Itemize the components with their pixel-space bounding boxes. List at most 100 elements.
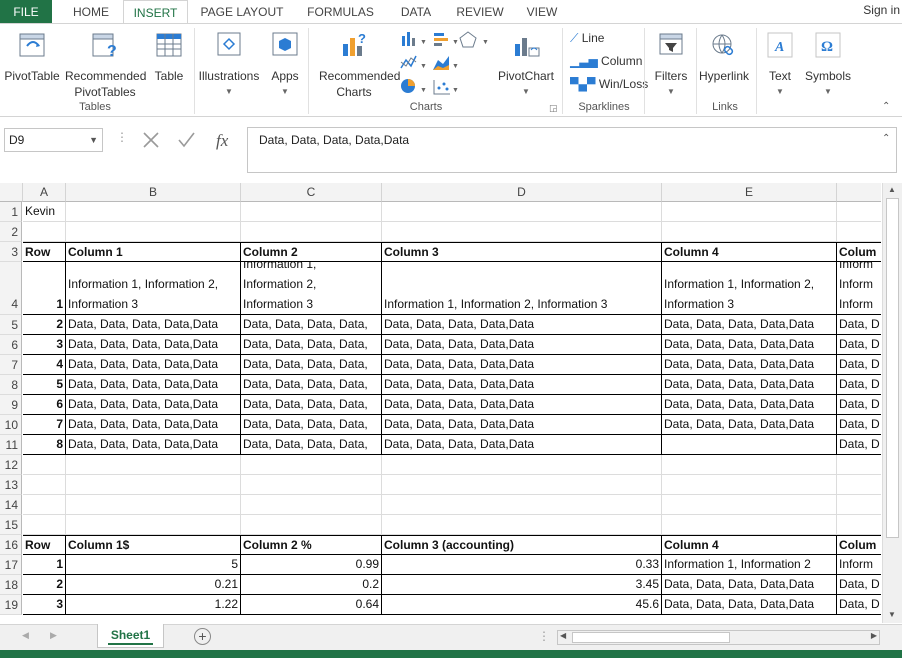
cell[interactable]: 1: [23, 555, 66, 575]
recommended-charts-button[interactable]: ? Recommended Charts: [310, 30, 400, 100]
table-button[interactable]: Table: [148, 30, 190, 84]
cell[interactable]: 1.22: [66, 595, 241, 615]
cell[interactable]: 45.6: [382, 595, 662, 615]
cell[interactable]: [382, 515, 662, 535]
row-header[interactable]: 1: [0, 202, 22, 222]
scroll-up-icon[interactable]: ▲: [888, 185, 896, 194]
cell[interactable]: Column 2: [241, 242, 382, 262]
sparkline-column-button[interactable]: ▁▃▅ Column: [570, 52, 642, 70]
cell[interactable]: Information 1, Information 2, Informatio…: [241, 262, 382, 315]
cell[interactable]: 0.33: [382, 555, 662, 575]
cell[interactable]: [241, 495, 382, 515]
cell[interactable]: Data, Data, Data, Data,Data: [662, 315, 837, 335]
cell[interactable]: 0.99: [241, 555, 382, 575]
cell[interactable]: [382, 455, 662, 475]
cell[interactable]: Data, Data, Data, Data,Data: [382, 315, 662, 335]
cell[interactable]: 2: [23, 575, 66, 595]
row-header[interactable]: 7: [0, 355, 22, 375]
cell[interactable]: Data, Data, Data, Data,Data: [662, 575, 837, 595]
row-header[interactable]: 14: [0, 495, 22, 515]
cell[interactable]: [837, 222, 881, 242]
cell[interactable]: Column 4: [662, 242, 837, 262]
cell[interactable]: Data, Data, Data, Data,Data: [382, 335, 662, 355]
cell[interactable]: Data, Data, Data, Data,Data: [66, 395, 241, 415]
illustrations-button[interactable]: Illustrations ▼: [196, 30, 262, 100]
cell[interactable]: [662, 515, 837, 535]
cell[interactable]: 4: [23, 355, 66, 375]
cell[interactable]: [662, 435, 837, 455]
cell[interactable]: Column 2 %: [241, 535, 382, 555]
cell[interactable]: [662, 475, 837, 495]
cell[interactable]: [837, 515, 881, 535]
row-header[interactable]: 4: [0, 262, 22, 315]
tab-home[interactable]: HOME: [60, 0, 122, 24]
cell[interactable]: 5: [23, 375, 66, 395]
row-header[interactable]: 15: [0, 515, 22, 535]
row-header[interactable]: 10: [0, 415, 22, 435]
cell[interactable]: [382, 495, 662, 515]
cell[interactable]: [382, 475, 662, 495]
cell[interactable]: [241, 222, 382, 242]
tab-data[interactable]: DATA: [390, 0, 442, 24]
row-header[interactable]: 12: [0, 455, 22, 475]
column-header-f[interactable]: [837, 183, 881, 202]
cell[interactable]: Data, D: [837, 375, 881, 395]
cell[interactable]: Inform: [837, 555, 881, 575]
cell[interactable]: Data, Data, Data, Data,Data: [382, 355, 662, 375]
cell[interactable]: 5: [66, 555, 241, 575]
row-header[interactable]: 8: [0, 375, 22, 395]
tab-review[interactable]: REVIEW: [450, 0, 510, 24]
sign-in-link[interactable]: Sign in: [863, 0, 900, 22]
cell[interactable]: [241, 202, 382, 222]
cell[interactable]: Data, Data, Data, Data,Data: [382, 435, 662, 455]
cell[interactable]: 3.45: [382, 575, 662, 595]
cell[interactable]: Information 1, Information 2, Informatio…: [662, 262, 837, 315]
cell[interactable]: [662, 495, 837, 515]
row-header[interactable]: 18: [0, 575, 22, 595]
row-header[interactable]: 19: [0, 595, 22, 615]
tab-formulas[interactable]: FORMULAS: [298, 0, 383, 24]
cell[interactable]: Colum: [837, 535, 881, 555]
column-header-b[interactable]: B: [66, 183, 241, 202]
cell[interactable]: [66, 202, 241, 222]
cell[interactable]: [382, 222, 662, 242]
cell[interactable]: Data, Data, Data, Data,: [241, 435, 382, 455]
cell[interactable]: Column 1$: [66, 535, 241, 555]
expand-formula-bar-icon[interactable]: ⌃: [882, 133, 890, 144]
vertical-scrollbar[interactable]: ▲ ▼: [882, 183, 902, 623]
row-header[interactable]: 5: [0, 315, 22, 335]
pie-chart-icon[interactable]: ▼: [401, 79, 427, 94]
cell[interactable]: Column 1: [66, 242, 241, 262]
column-chart-icon[interactable]: ▼: [402, 32, 427, 46]
scroll-left-icon[interactable]: ◀: [560, 631, 566, 640]
insert-function-icon[interactable]: fx: [216, 131, 229, 150]
cell[interactable]: Data, D: [837, 575, 881, 595]
tab-page-layout[interactable]: PAGE LAYOUT: [192, 0, 292, 24]
text-button[interactable]: A Text ▼: [760, 30, 800, 100]
cancel-icon[interactable]: [143, 132, 159, 148]
cell[interactable]: 3: [23, 335, 66, 355]
next-sheet-icon[interactable]: ▶: [50, 630, 57, 641]
cell[interactable]: Data, D: [837, 315, 881, 335]
cell[interactable]: [66, 475, 241, 495]
pivotchart-button[interactable]: PivotChart ▼: [494, 30, 558, 100]
cell[interactable]: [382, 202, 662, 222]
cell[interactable]: [23, 455, 66, 475]
horizontal-scroll-thumb[interactable]: [572, 632, 730, 643]
row-header[interactable]: 2: [0, 222, 22, 242]
cell[interactable]: Data, Data, Data, Data,Data: [662, 355, 837, 375]
column-header-e[interactable]: E: [662, 183, 837, 202]
cell[interactable]: [23, 222, 66, 242]
cell[interactable]: Data, Data, Data, Data,Data: [66, 435, 241, 455]
cell[interactable]: Information 1, Information 2, Informatio…: [66, 262, 241, 315]
cell[interactable]: [837, 202, 881, 222]
cell[interactable]: Information 1, Information 2: [662, 555, 837, 575]
cell[interactable]: Data, Data, Data, Data,Data: [66, 375, 241, 395]
cell[interactable]: [66, 455, 241, 475]
cell[interactable]: [241, 455, 382, 475]
cell[interactable]: Data, Data, Data, Data,Data: [382, 395, 662, 415]
row-header[interactable]: 17: [0, 555, 22, 575]
bar-chart-icon[interactable]: ▼: [434, 33, 459, 46]
scatter-chart-icon[interactable]: ▼: [433, 80, 459, 95]
cell[interactable]: Data, Data, Data, Data,: [241, 395, 382, 415]
